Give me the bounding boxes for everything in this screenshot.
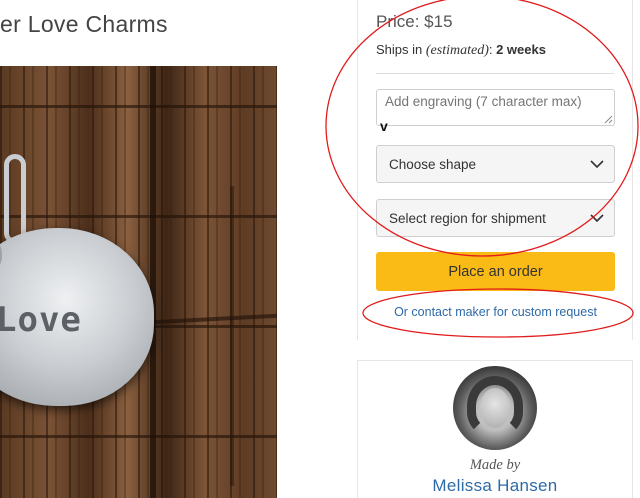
made-by-label: Made by (469, 457, 521, 473)
ships-estimated: (estimated) (425, 43, 489, 58)
avatar[interactable] (453, 366, 537, 450)
product-title: er Love Charms (0, 11, 168, 37)
ships-weeks: 2 weeks (496, 42, 546, 57)
wood-crack (230, 186, 234, 486)
divider (376, 73, 614, 74)
shape-select-label: Choose shape (389, 157, 477, 172)
engraving-input[interactable] (376, 89, 615, 126)
contact-maker-link[interactable]: Or contact maker for custom request (376, 305, 615, 319)
shape-select[interactable]: Choose shape (376, 145, 615, 183)
ships-prefix: Ships in (376, 42, 426, 57)
chevron-down-icon (590, 214, 604, 223)
avatar-face (480, 388, 510, 428)
text-cursor: v (380, 118, 388, 134)
price: Price: $15 (376, 12, 453, 31)
product-photo[interactable]: Love (0, 66, 277, 498)
charm-hole (0, 238, 2, 272)
shipping-estimate: Ships in (estimated): 2 weeks (376, 42, 546, 59)
maker-name-link[interactable]: Melissa Hansen (357, 476, 633, 496)
silver-charm: Love (0, 228, 154, 406)
wood-crack (150, 66, 156, 498)
charm-engraving: Love (0, 300, 82, 340)
ships-colon: : (488, 42, 497, 57)
region-select-label: Select region for shipment (389, 211, 546, 226)
charm-ring (4, 154, 26, 244)
resize-grip-icon[interactable] (603, 114, 613, 124)
chevron-down-icon (590, 160, 604, 169)
region-select[interactable]: Select region for shipment (376, 199, 615, 237)
place-order-button[interactable]: Place an order (376, 252, 615, 291)
